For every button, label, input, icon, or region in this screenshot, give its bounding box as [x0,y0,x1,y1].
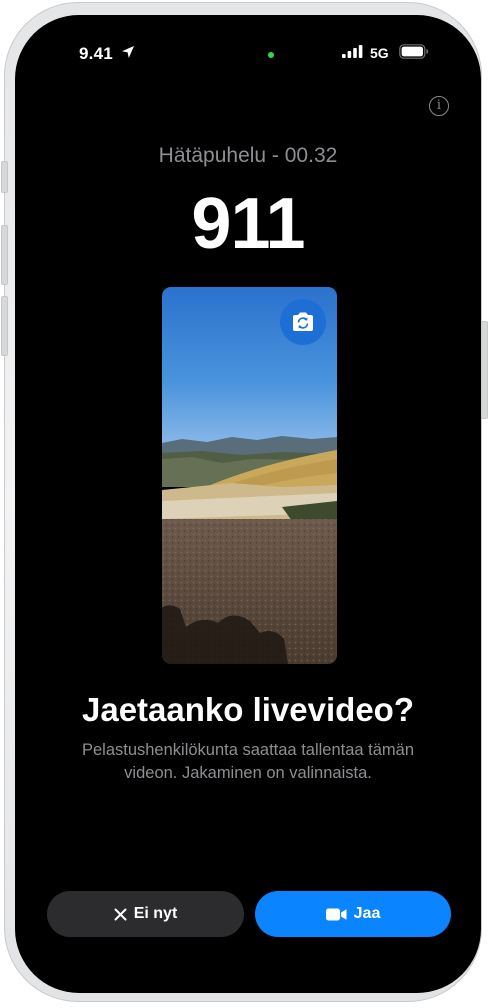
call-status: Hätäpuhelu - 00.32 [158,144,338,167]
close-icon [114,908,127,921]
volume-up-button [1,225,8,285]
not-now-label: Ei nyt [133,905,178,922]
phone-frame: 9.41 5G i Hätäpuhelu - 00.32 911 Jaetaan… [1,2,488,1002]
cellular-signal-icon [342,45,364,63]
status-time: 9.41 [79,44,113,63]
prompt-description: Pelastushenkilökunta saattaa tallentaa t… [81,741,415,782]
side-button [481,321,488,419]
camera-in-use-indicator [268,52,274,58]
call-number: 911 [191,184,305,264]
flip-camera-button[interactable] [280,299,326,345]
share-label: Jaa [353,905,381,922]
battery-icon [399,44,429,64]
screen: 9.41 5G i Hätäpuhelu - 00.32 911 Jaetaan… [15,15,481,993]
camera-flip-icon [293,312,313,331]
info-button[interactable]: i [429,96,449,116]
action-button [1,161,8,193]
not-now-button[interactable]: Ei nyt [47,891,244,937]
status-bar: 9.41 5G [15,15,481,95]
share-video-button[interactable]: Jaa [255,891,451,937]
video-camera-icon [325,908,347,921]
location-arrow-icon [121,45,135,64]
network-type: 5G [370,45,389,61]
prompt-title: Jaetaanko livevideo? [82,691,414,728]
volume-down-button [1,296,8,356]
